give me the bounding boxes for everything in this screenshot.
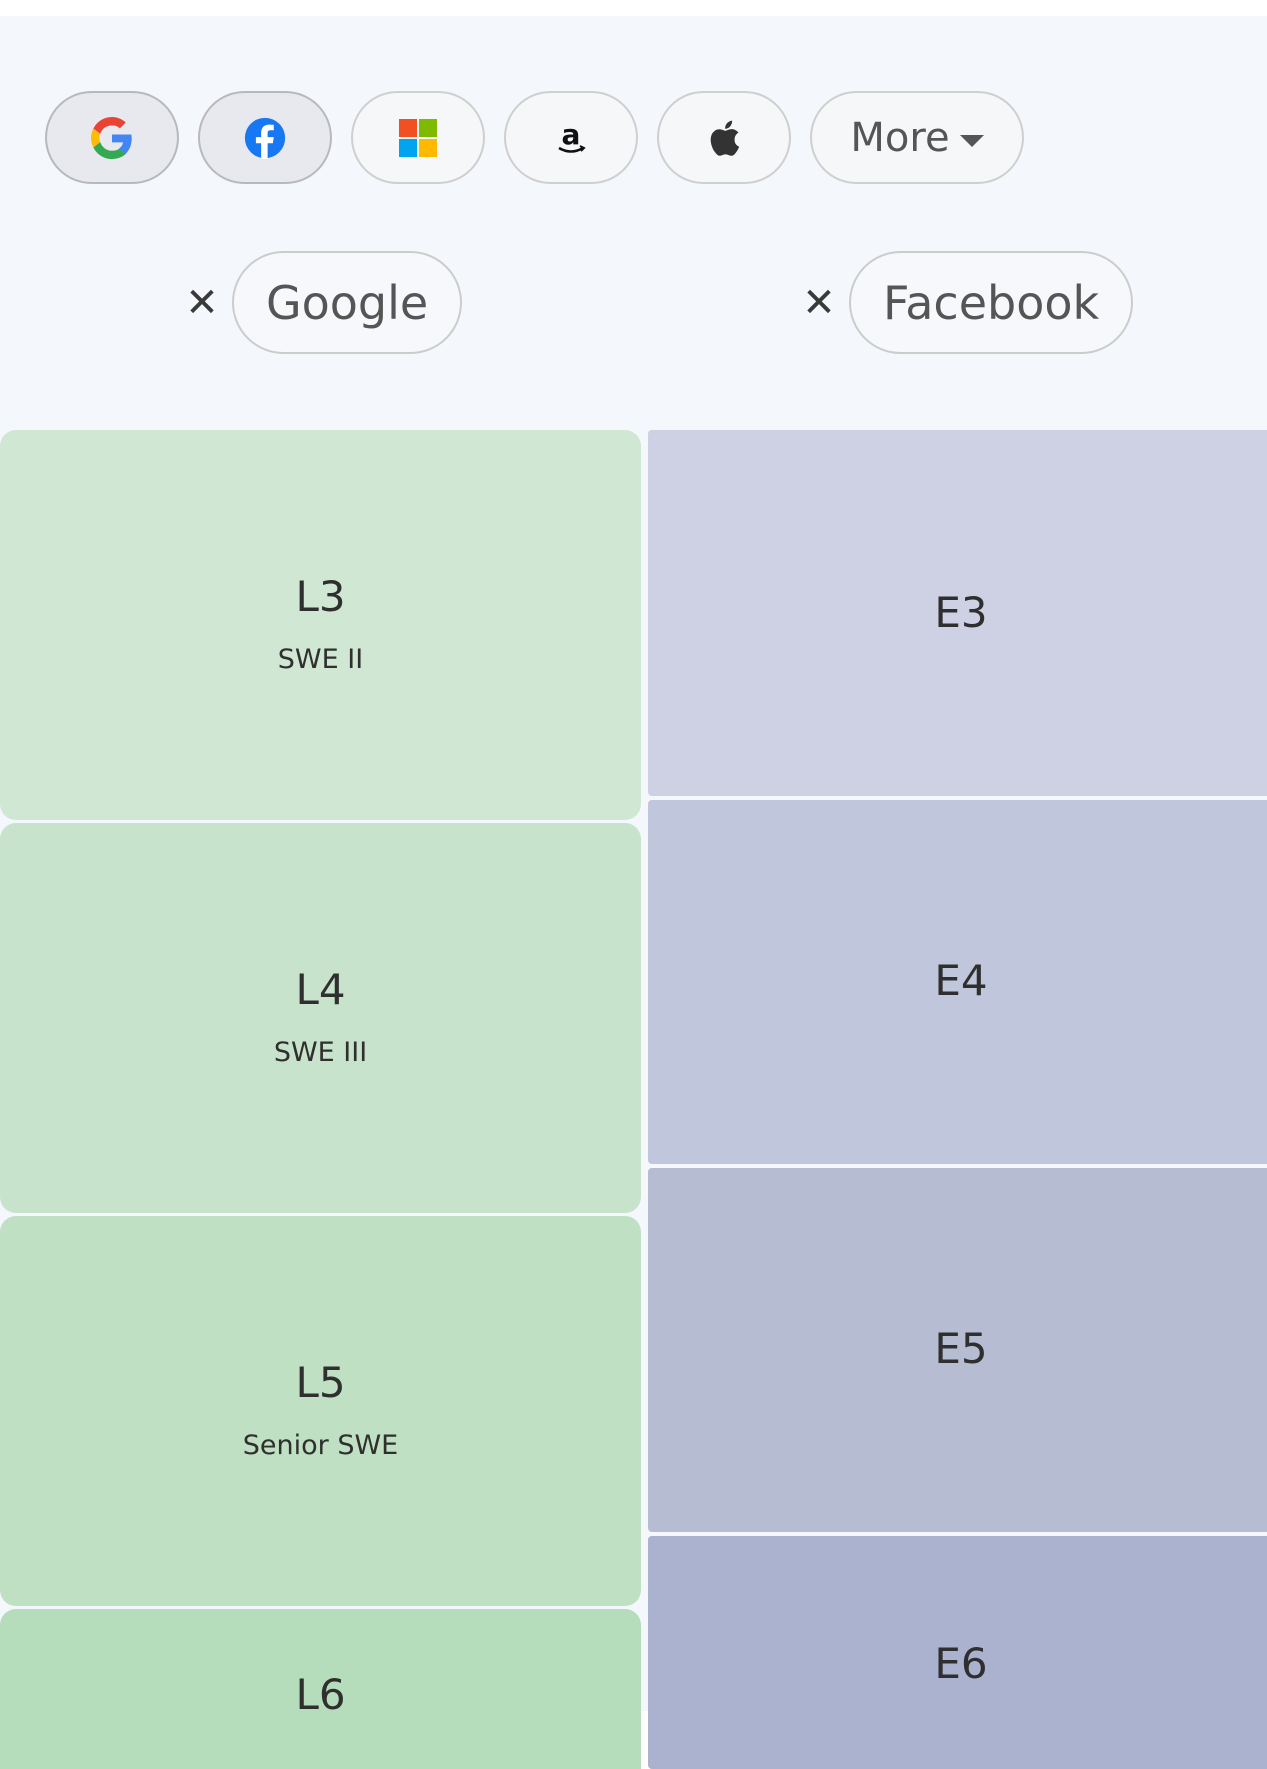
company-facebook-button[interactable]	[198, 91, 332, 184]
google-icon	[91, 116, 132, 159]
level-card-e5[interactable]: E5	[648, 1168, 1267, 1532]
level-card-e4[interactable]: E4	[648, 800, 1267, 1164]
facebook-icon	[244, 117, 286, 159]
svg-text:a: a	[562, 120, 581, 151]
company-amazon-button[interactable]: a	[504, 91, 638, 184]
chip-facebook[interactable]: Facebook	[849, 251, 1134, 354]
level-title: SWE III	[273, 1036, 368, 1068]
level-name: E3	[934, 588, 988, 637]
amazon-icon: a	[558, 120, 586, 153]
level-name: L4	[295, 964, 346, 1014]
level-card-l4[interactable]: L4 SWE III	[0, 823, 641, 1213]
level-name: L6	[295, 1670, 346, 1719]
level-name: E4	[934, 956, 988, 1005]
level-title: Senior SWE	[242, 1429, 399, 1461]
level-card-e6[interactable]: E6	[648, 1536, 1267, 1769]
selected-company-google: ✕ Google	[180, 251, 463, 354]
caret-down-icon	[959, 134, 984, 147]
level-card-e3[interactable]: E3	[648, 430, 1267, 796]
selected-company-facebook: ✕ Facebook	[797, 251, 1134, 354]
level-name: E6	[934, 1639, 988, 1688]
level-comparison-panel: a More ✕ Google ✕ Facebook L3 SWE II L4 …	[0, 16, 1267, 1769]
level-card-l5[interactable]: L5 Senior SWE	[0, 1216, 641, 1606]
remove-facebook-icon[interactable]: ✕	[797, 280, 841, 326]
level-name: E5	[934, 1324, 988, 1373]
level-card-l6[interactable]: L6	[0, 1609, 641, 1769]
company-microsoft-button[interactable]	[351, 91, 485, 184]
chip-google[interactable]: Google	[232, 251, 463, 354]
more-label: More	[850, 114, 950, 161]
microsoft-icon	[399, 118, 437, 157]
level-name: L3	[295, 571, 346, 621]
more-companies-dropdown[interactable]: More	[810, 91, 1024, 184]
level-title: SWE II	[277, 643, 364, 675]
level-card-l3[interactable]: L3 SWE II	[0, 430, 641, 820]
apple-icon	[710, 120, 740, 156]
company-apple-button[interactable]	[657, 91, 791, 184]
company-google-button[interactable]	[45, 91, 179, 184]
remove-google-icon[interactable]: ✕	[180, 280, 224, 326]
level-name: L5	[295, 1357, 346, 1407]
